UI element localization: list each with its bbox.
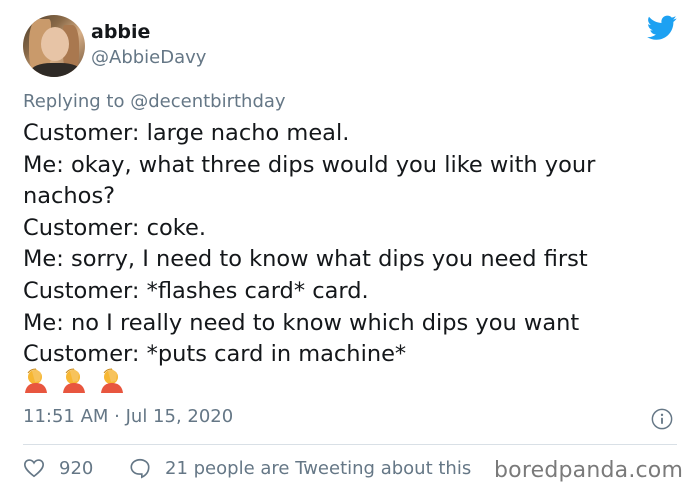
avatar-face xyxy=(41,27,69,61)
like-count: 920 xyxy=(59,457,94,479)
replying-to-prefix: Replying to xyxy=(23,91,125,112)
like-button[interactable]: 920 xyxy=(23,457,93,479)
tweet-timestamp[interactable]: 11:51 AM · Jul 15, 2020 xyxy=(23,406,233,427)
twitter-bird-icon[interactable] xyxy=(647,15,677,41)
person-facepalming-icon xyxy=(63,368,86,393)
tweet-line: Me: sorry, I need to know what dips you … xyxy=(23,246,588,273)
tweet-line: nachos? xyxy=(23,183,116,210)
conversation-label: 21 people are Tweeting about this xyxy=(165,457,472,479)
emoji-row xyxy=(23,367,132,395)
tweet-text: Customer: large nacho meal. Me: okay, wh… xyxy=(23,118,663,371)
handle[interactable]: @AbbieDavy xyxy=(91,47,206,68)
tweet-line: Me: okay, what three dips would you like… xyxy=(23,151,596,178)
tweet-line: Customer: *puts card in machine* xyxy=(23,341,407,368)
tweet-line: Customer: large nacho meal. xyxy=(23,120,350,146)
replying-to-mention[interactable]: @decentbirthday xyxy=(130,91,285,112)
person-facepalming-icon xyxy=(25,368,47,393)
watermark: boredpanda.com xyxy=(494,458,684,483)
tweet-line: Customer: coke. xyxy=(23,214,206,241)
info-icon[interactable] xyxy=(651,408,673,430)
heart-icon xyxy=(24,459,44,478)
person-facepalming-icon xyxy=(101,368,124,393)
tweet-header: abbie @AbbieDavy xyxy=(23,15,677,77)
tweet-line: Customer: *flashes card* card. xyxy=(23,277,369,304)
replying-to: Replying to @decentbirthday xyxy=(23,91,286,112)
divider xyxy=(23,444,677,445)
avatar[interactable] xyxy=(23,15,85,77)
conversation-button[interactable]: 21 people are Tweeting about this xyxy=(129,457,471,479)
avatar-shirt xyxy=(31,63,81,77)
speech-bubble-icon xyxy=(130,458,150,479)
tweet-line: Me: no I really need to know which dips … xyxy=(23,309,580,336)
display-name[interactable]: abbie xyxy=(91,21,150,43)
